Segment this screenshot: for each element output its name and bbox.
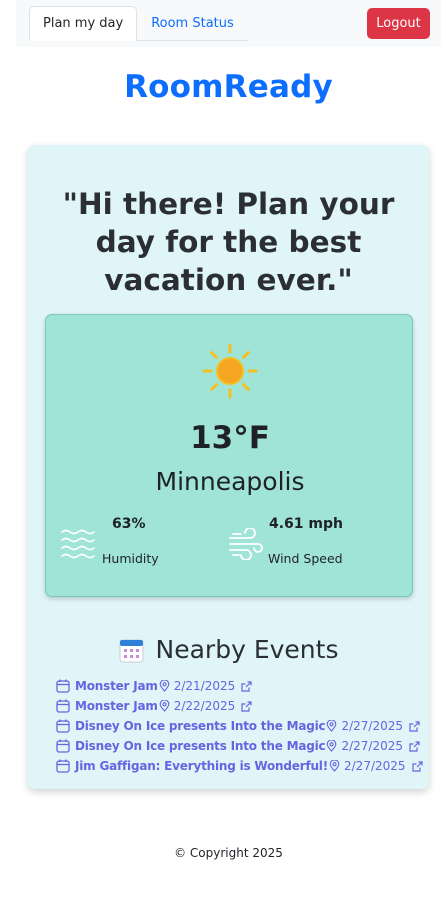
weather-panel: 13°F Minneapolis 63% Humidity 4.61 mph W… <box>45 314 413 597</box>
location-pin-icon <box>329 760 340 772</box>
location-pin-icon <box>327 720 337 732</box>
wind-speed-value: 4.61 mph <box>269 516 343 532</box>
event-link[interactable]: Monster Jam <box>75 679 158 693</box>
calendar-icon <box>56 719 70 733</box>
brand-title: RoomReady <box>124 69 333 105</box>
plan-card: "Hi there! Plan your day for the best va… <box>28 145 429 789</box>
calendar-icon <box>56 759 70 773</box>
calendar-icon <box>119 639 144 662</box>
event-date: 2/27/2025 <box>341 719 403 733</box>
wind-speed-label: Wind Speed <box>268 551 343 566</box>
event-link[interactable]: Monster Jam <box>75 699 158 713</box>
location-pin-icon <box>159 680 170 692</box>
calendar-icon <box>56 699 70 713</box>
humidity-value: 63% <box>112 516 146 532</box>
event-item: Disney On Ice presents Into the Magic 2/… <box>56 716 426 736</box>
event-link[interactable]: Jim Gaffigan: Everything is Wonderful! <box>75 759 328 773</box>
event-date: 2/21/2025 <box>173 679 236 693</box>
event-date: 2/22/2025 <box>173 699 236 713</box>
location-pin-icon <box>327 740 337 752</box>
event-link[interactable]: Disney On Ice presents Into the Magic <box>75 739 326 753</box>
tab-room-status[interactable]: Room Status <box>137 6 248 41</box>
event-item: Monster Jam 2/21/2025 <box>56 676 426 696</box>
events-title: Nearby Events <box>155 635 339 664</box>
event-date: 2/27/2025 <box>341 739 403 753</box>
temperature: 13°F <box>190 420 270 456</box>
footer-copyright: © Copyright 2025 <box>174 846 283 860</box>
calendar-icon <box>56 679 70 693</box>
sun-icon <box>202 343 258 399</box>
location-pin-icon <box>159 700 170 712</box>
calendar-icon <box>56 739 70 753</box>
logout-button[interactable]: Logout <box>367 8 430 39</box>
external-link-icon[interactable] <box>241 680 252 692</box>
events-heading: Nearby Events <box>28 635 429 664</box>
event-item: Jim Gaffigan: Everything is Wonderful! 2… <box>56 756 426 776</box>
event-date: 2/27/2025 <box>344 759 406 773</box>
humidity-label: Humidity <box>102 551 159 566</box>
event-item: Disney On Ice presents Into the Magic 2/… <box>56 736 426 756</box>
greeting-quote: "Hi there! Plan your day for the best va… <box>62 187 395 297</box>
external-link-icon[interactable] <box>409 720 420 732</box>
water-waves-icon <box>61 529 95 559</box>
nav-tabs: Plan my day Room Status <box>29 6 248 41</box>
wind-icon <box>229 528 263 560</box>
event-link[interactable]: Disney On Ice presents Into the Magic <box>75 719 326 733</box>
external-link-icon[interactable] <box>241 700 252 712</box>
tab-plan-my-day[interactable]: Plan my day <box>29 6 138 41</box>
events-list: Monster Jam 2/21/2025 Monster Jam 2/22/2… <box>56 676 426 776</box>
event-item: Monster Jam 2/22/2025 <box>56 696 426 716</box>
city-name: Minneapolis <box>155 467 305 496</box>
external-link-icon[interactable] <box>411 760 423 772</box>
external-link-icon[interactable] <box>409 740 420 752</box>
